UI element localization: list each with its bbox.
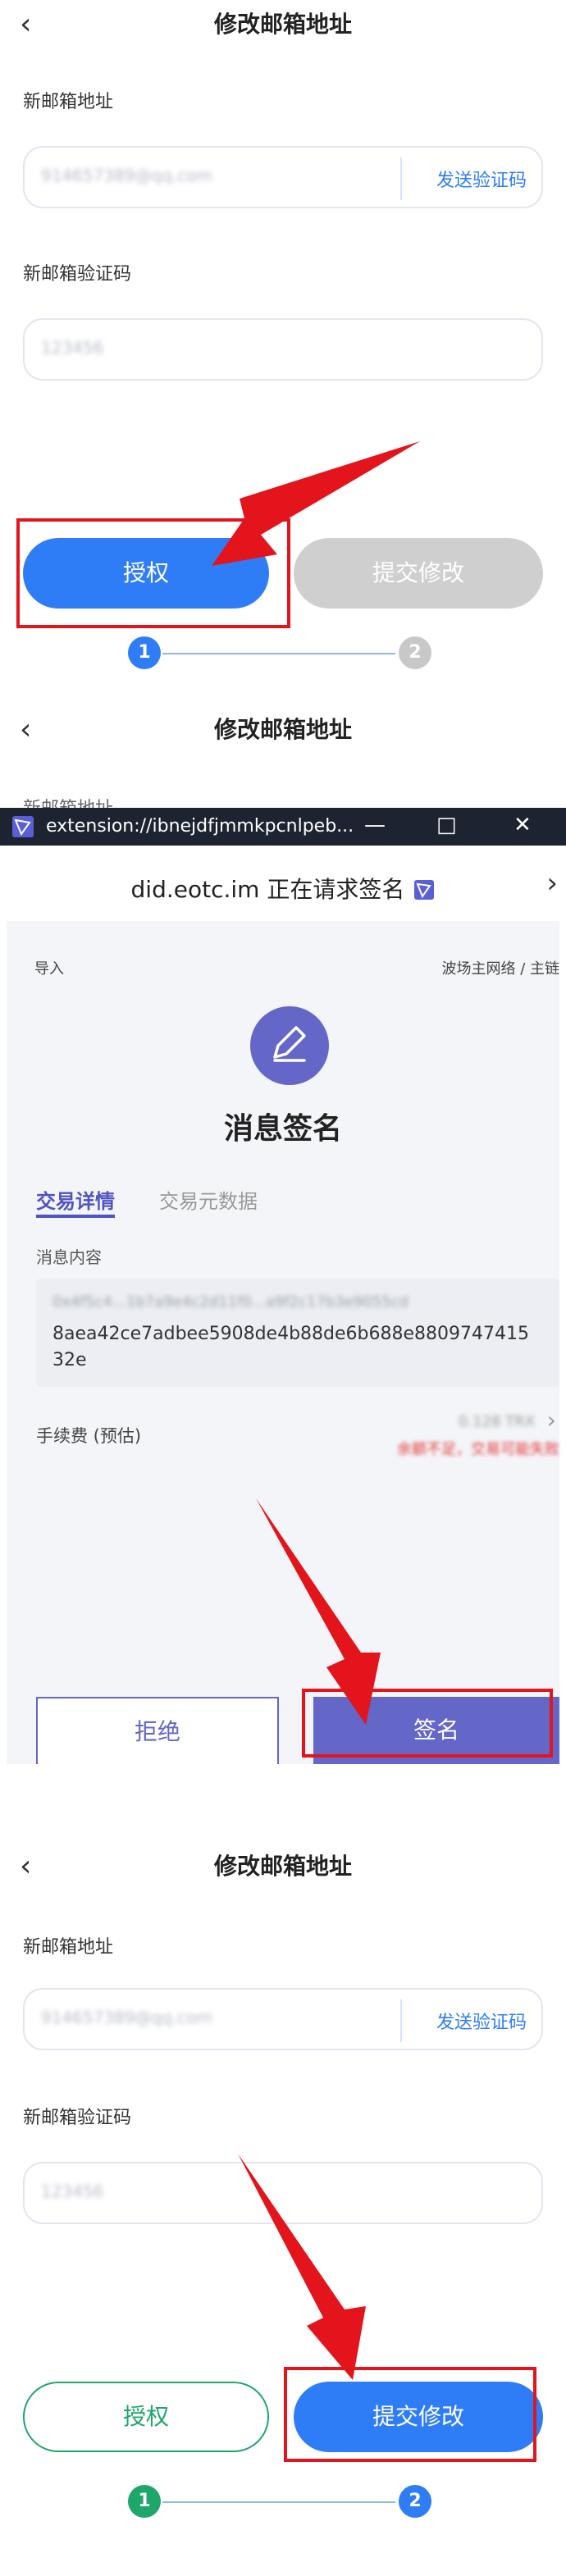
minimize-icon[interactable]: — <box>364 813 386 837</box>
header: ‹ 修改邮箱地址 <box>0 0 566 49</box>
divider <box>400 157 402 200</box>
highlight-box <box>16 518 290 628</box>
email-field[interactable]: 914657389@qq.com 发送验证码 <box>23 1988 543 2050</box>
email-label: 新邮箱地址 <box>23 1937 114 1958</box>
page-title: 修改邮箱地址 <box>213 716 352 743</box>
code-value: 123456 <box>41 2182 104 2201</box>
highlight-box <box>284 2367 536 2462</box>
request-heading-text: did.eotc.im 正在请求签名 <box>130 876 405 903</box>
highlight-box <box>302 1689 553 1758</box>
page-title: 修改邮箱地址 <box>213 1853 352 1880</box>
message-text: 8aea42ce7adbee5908de4b88de6b688e88097474… <box>52 1324 530 1370</box>
sign-title: 消息签名 <box>223 1112 342 1146</box>
send-code-button[interactable]: 发送验证码 <box>436 166 527 192</box>
restore-icon[interactable]: □ <box>436 813 457 837</box>
email-field[interactable]: 914657389@qq.com 发送验证码 <box>23 146 543 208</box>
step-2-indicator: 2 <box>399 2485 431 2518</box>
step-connector <box>162 653 395 654</box>
tab-underline <box>36 1215 115 1218</box>
header: ‹ 修改邮箱地址 <box>0 705 566 755</box>
code-field[interactable]: 123456 <box>23 318 543 381</box>
authorize-button[interactable]: 授权 <box>23 2382 269 2452</box>
close-icon[interactable]: ✕ <box>514 813 532 837</box>
network-label: 波场主网络 / 主链 <box>441 960 559 978</box>
chevron-right-icon[interactable]: › <box>546 867 558 900</box>
fee-chevron-icon[interactable]: › <box>547 1407 556 1434</box>
email-value: 914657389@qq.com <box>41 2008 212 2027</box>
import-label: 导入 <box>34 960 64 978</box>
screen-1: ‹ 修改邮箱地址 新邮箱地址 914657389@qq.com 发送验证码 新邮… <box>0 0 566 689</box>
fee-warning: 余额不足，交易可能失败 <box>397 1441 559 1458</box>
step-connector <box>162 2501 395 2503</box>
code-value: 123456 <box>41 338 104 358</box>
tab-meta[interactable]: 交易元数据 <box>159 1185 258 1214</box>
extension-icon <box>12 816 34 837</box>
code-label: 新邮箱验证码 <box>23 2108 132 2128</box>
header: ‹ 修改邮箱地址 <box>0 1842 566 1891</box>
step-1-indicator: 1 <box>128 2485 161 2518</box>
submit-button[interactable]: 提交修改 <box>294 538 543 609</box>
email-label: 新邮箱地址 <box>23 92 114 112</box>
tronlink-icon <box>414 880 435 900</box>
screen-3: ‹ 修改邮箱地址 新邮箱地址 914657389@qq.com 发送验证码 新邮… <box>0 1842 566 2576</box>
send-code-button[interactable]: 发送验证码 <box>436 2008 527 2034</box>
code-field[interactable]: 123456 <box>23 2162 543 2224</box>
step-1-indicator: 1 <box>128 636 161 669</box>
message-blurred: 0x4f5c4...1b7a9e4c2d11f0...a9f2c17b3e905… <box>52 1293 409 1311</box>
fee-value: 0.128 TRX <box>458 1413 535 1430</box>
pen-icon <box>273 1026 306 1062</box>
sign-icon <box>250 1006 329 1085</box>
message-label: 消息内容 <box>36 1247 102 1267</box>
window-title: extension://ibnejdfjmmkpcnlpeb... <box>46 816 354 837</box>
message-box: 0x4f5c4...1b7a9e4c2d11f0...a9f2c17b3e905… <box>36 1279 559 1387</box>
request-heading: did.eotc.im 正在请求签名 <box>0 872 566 905</box>
page-title: 修改邮箱地址 <box>213 11 352 38</box>
reject-button[interactable]: 拒绝 <box>36 1697 279 1764</box>
window-titlebar: extension://ibnejdfjmmkpcnlpeb... — □ ✕ <box>0 808 566 846</box>
tab-details[interactable]: 交易详情 <box>36 1185 115 1214</box>
email-value: 914657389@qq.com <box>41 166 212 185</box>
code-label: 新邮箱验证码 <box>23 264 132 285</box>
panel: 导入 波场主网络 / 主链 消息签名 交易详情 交易元数据 消息内容 0x4f5… <box>7 921 559 1764</box>
fee-label: 手续费 (预估) <box>36 1426 142 1446</box>
extension-popup: extension://ibnejdfjmmkpcnlpeb... — □ ✕ … <box>0 808 566 1764</box>
divider <box>400 1999 402 2042</box>
step-2-indicator: 2 <box>399 636 431 669</box>
